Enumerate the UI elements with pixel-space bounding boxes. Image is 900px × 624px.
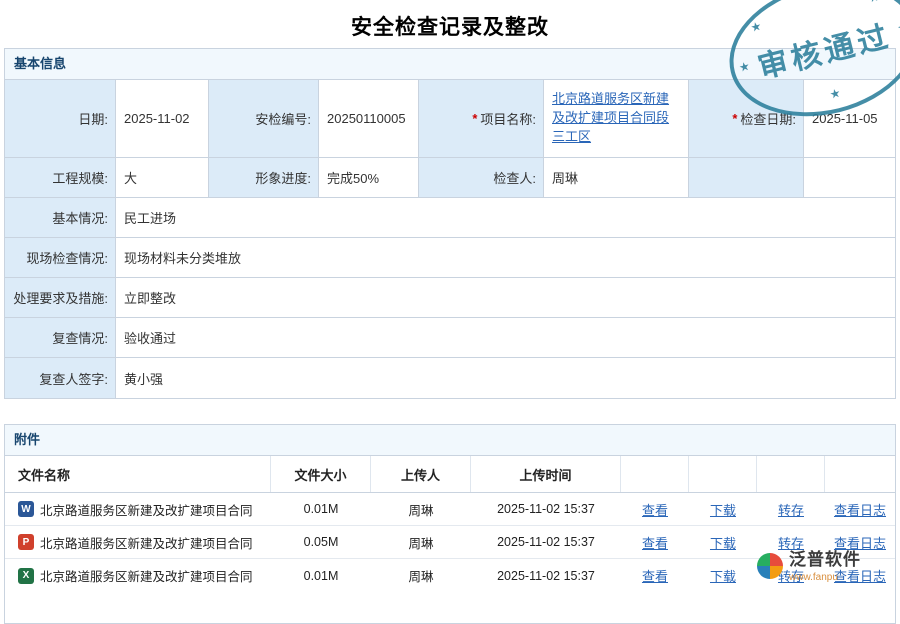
empty-label-cell (689, 158, 804, 197)
file-size: 0.01M (271, 493, 371, 525)
date-label: 日期: (5, 80, 116, 157)
file-size: 0.05M (271, 526, 371, 558)
basic-situation-label: 基本情况: (5, 198, 116, 237)
site-check-value: 现场材料未分类堆放 (116, 238, 895, 277)
file-name-cell: W 北京路道服务区新建及改扩建项目合同 (5, 493, 271, 525)
table-row: 日期: 2025-11-02 安检编号: 20250110005 * 项目名称:… (5, 80, 895, 158)
pdf-file-icon: P (18, 534, 34, 550)
progress-value: 完成50% (319, 158, 419, 197)
action-header (621, 456, 689, 492)
measures-label: 处理要求及措施: (5, 278, 116, 317)
uploader: 周琳 (371, 559, 471, 592)
attachments-section-header: 附件 (5, 425, 895, 456)
inspection-no-label: 安检编号: (209, 80, 319, 157)
upload-time: 2025-11-02 15:37 (471, 526, 621, 558)
action-header (825, 456, 895, 492)
scale-value: 大 (116, 158, 209, 197)
save-as-link[interactable]: 转存 (778, 533, 804, 552)
inspector-label: 检查人: (419, 158, 544, 197)
view-log-link[interactable]: 查看日志 (834, 533, 886, 552)
check-date-label: * 检查日期: (689, 80, 804, 157)
uploader: 周琳 (371, 493, 471, 525)
file-name-cell: P 北京路道服务区新建及改扩建项目合同 (5, 526, 271, 558)
table-row: 复查情况: 验收通过 (5, 318, 895, 358)
table-row: 处理要求及措施: 立即整改 (5, 278, 895, 318)
basic-info-section: 基本信息 日期: 2025-11-02 安检编号: 20250110005 * … (4, 48, 896, 399)
download-link[interactable]: 下载 (710, 533, 736, 552)
check-date-label-text: 检查日期: (740, 109, 796, 128)
uploader: 周琳 (371, 526, 471, 558)
upload-time-header: 上传时间 (471, 456, 621, 492)
word-file-icon: W (18, 501, 34, 517)
required-asterisk: * (472, 111, 477, 126)
required-asterisk: * (732, 111, 737, 126)
download-link[interactable]: 下载 (710, 500, 736, 519)
excel-file-icon: X (18, 568, 34, 584)
action-header (689, 456, 757, 492)
brand-url: www.fanpu (789, 572, 861, 583)
inspector-value: 周琳 (544, 158, 689, 197)
file-name: 北京路道服务区新建及改扩建项目合同 (40, 566, 253, 585)
view-link[interactable]: 查看 (642, 500, 668, 519)
file-size: 0.01M (271, 559, 371, 592)
table-row: 工程规模: 大 形象进度: 完成50% 检查人: 周琳 (5, 158, 895, 198)
inspection-no-value: 20250110005 (319, 80, 419, 157)
file-name-cell: X 北京路道服务区新建及改扩建项目合同 (5, 559, 271, 592)
save-as-link[interactable]: 转存 (778, 500, 804, 519)
attachment-row: W 北京路道服务区新建及改扩建项目合同 0.01M 周琳 2025-11-02 … (5, 493, 895, 526)
file-name-header: 文件名称 (5, 456, 271, 492)
attachments-section: 附件 文件名称 文件大小 上传人 上传时间 W 北京路道服务区新建及改扩建项目合… (4, 424, 896, 624)
site-check-label: 现场检查情况: (5, 238, 116, 277)
fanpu-logo-icon (757, 553, 783, 579)
action-header (757, 456, 825, 492)
recheck-label: 复查情况: (5, 318, 116, 357)
recheck-sign-label: 复查人签字: (5, 358, 116, 398)
download-link[interactable]: 下载 (710, 566, 736, 585)
measures-value: 立即整改 (116, 278, 895, 317)
progress-label: 形象进度: (209, 158, 319, 197)
project-name-label-text: 项目名称: (480, 109, 536, 128)
table-row: 现场检查情况: 现场材料未分类堆放 (5, 238, 895, 278)
table-row: 复查人签字: 黄小强 (5, 358, 895, 398)
view-link[interactable]: 查看 (642, 566, 668, 585)
file-size-header: 文件大小 (271, 456, 371, 492)
uploader-header: 上传人 (371, 456, 471, 492)
check-date-value: 2025-11-05 (804, 80, 895, 157)
recheck-value: 验收通过 (116, 318, 895, 357)
basic-situation-value: 民工进场 (116, 198, 895, 237)
upload-time: 2025-11-02 15:37 (471, 559, 621, 592)
page-title: 安全检查记录及整改 (0, 0, 900, 41)
basic-info-section-header: 基本信息 (5, 49, 895, 80)
scale-label: 工程规模: (5, 158, 116, 197)
project-name-value: 北京路道服务区新建及改扩建项目合同段三工区 (544, 80, 689, 157)
upload-time: 2025-11-02 15:37 (471, 493, 621, 525)
fanpu-brand: 泛普软件 www.fanpu (757, 551, 861, 583)
brand-name: 泛普软件 (789, 551, 861, 570)
project-link[interactable]: 北京路道服务区新建及改扩建项目合同段三工区 (552, 90, 680, 147)
file-name: 北京路道服务区新建及改扩建项目合同 (40, 533, 253, 552)
attachments-header-row: 文件名称 文件大小 上传人 上传时间 (5, 456, 895, 493)
empty-value-cell (804, 158, 895, 197)
view-log-link[interactable]: 查看日志 (834, 500, 886, 519)
file-name: 北京路道服务区新建及改扩建项目合同 (40, 500, 253, 519)
recheck-sign-value: 黄小强 (116, 358, 895, 398)
view-link[interactable]: 查看 (642, 533, 668, 552)
project-name-label: * 项目名称: (419, 80, 544, 157)
table-row: 基本情况: 民工进场 (5, 198, 895, 238)
date-value: 2025-11-02 (116, 80, 209, 157)
